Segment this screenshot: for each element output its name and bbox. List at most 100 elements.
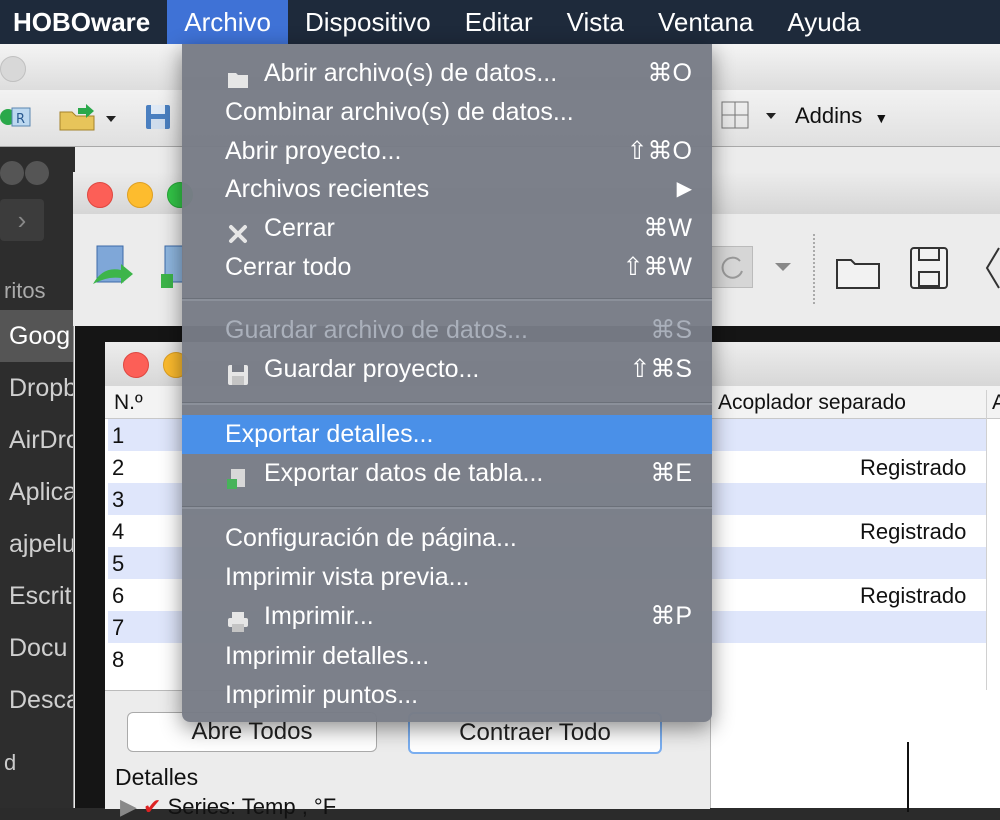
row-number: 1	[112, 423, 125, 448]
sidebar-item[interactable]: Desca	[0, 674, 75, 726]
menu-archivo[interactable]: Archivo	[167, 0, 288, 44]
row-number: 5	[112, 551, 125, 576]
details-side-pane	[710, 690, 1000, 812]
menu-item-export-details[interactable]: Exportar detalles...	[182, 415, 712, 454]
menu-item-label: Archivos recientes	[225, 175, 430, 203]
menu-item-label: Exportar detalles...	[225, 420, 434, 448]
menu-bar: HOBOware Archivo Dispositivo Editar Vist…	[0, 0, 1000, 44]
menu-item-export-table-data[interactable]: Exportar datos de tabla... ⌘E	[182, 454, 712, 493]
app-menu[interactable]: HOBOware	[0, 0, 167, 44]
menu-item-save-project[interactable]: Guardar proyecto... ⇧⌘S	[182, 350, 712, 389]
menu-separator	[182, 506, 712, 509]
menu-item-open-project[interactable]: Abrir proyecto... ⇧⌘O	[182, 132, 712, 171]
row-number: 6	[112, 583, 125, 608]
shortcut: ⌘W	[643, 214, 692, 242]
layout-grid-icon[interactable]	[720, 100, 786, 130]
forward-icon[interactable]: ›	[0, 199, 44, 241]
sidebar-item[interactable]: Dropb	[0, 362, 75, 414]
export-table-icon	[227, 463, 249, 489]
menu-item-open-data[interactable]: Abrir archivo(s) de datos... ⌘O	[182, 54, 712, 93]
menu-item-combine-data[interactable]: Combinar archivo(s) de datos...	[182, 93, 712, 132]
close-window-icon[interactable]	[123, 352, 149, 378]
shortcut: ⌘S	[650, 316, 692, 344]
menu-item-close[interactable]: Cerrar ⌘W	[182, 209, 712, 248]
menu-editar[interactable]: Editar	[448, 0, 550, 44]
menu-item-label: Imprimir detalles...	[225, 642, 430, 670]
menu-item-print-points[interactable]: Imprimir puntos...	[182, 676, 712, 715]
menu-item-print-details[interactable]: Imprimir detalles...	[182, 637, 712, 676]
menu-item-label: Exportar datos de tabla...	[264, 459, 544, 487]
window-control[interactable]	[25, 161, 49, 185]
save-icon	[227, 359, 249, 385]
close-icon	[227, 218, 249, 243]
refresh-icon[interactable]	[711, 246, 753, 288]
column-header-number[interactable]: N.º	[114, 391, 143, 415]
series-label: Series: Temp , °F	[167, 794, 337, 819]
row-number: 8	[112, 647, 125, 672]
shortcut: ⇧⌘S	[629, 355, 692, 383]
pane-divider	[907, 742, 909, 812]
window-control[interactable]	[0, 56, 26, 82]
addins-menu[interactable]: Addins ▼	[795, 103, 888, 129]
menu-ayuda[interactable]: Ayuda	[770, 0, 877, 44]
disclosure-triangle-icon[interactable]: ▶	[120, 794, 137, 819]
menu-item-label: Imprimir puntos...	[225, 681, 419, 709]
window-control[interactable]	[0, 161, 24, 185]
toolbar-divider	[813, 234, 816, 304]
menu-item-recent-files[interactable]: Archivos recientes ▶	[182, 170, 712, 209]
menu-item-label: Cerrar todo	[225, 253, 352, 281]
shortcut: ⌘O	[647, 59, 692, 87]
checkmark-icon[interactable]: ✔	[143, 794, 161, 819]
sidebar-item[interactable]: Goog	[0, 310, 75, 362]
add-logger-icon[interactable]: R	[0, 102, 32, 132]
save-icon[interactable]	[909, 246, 949, 290]
finder-sidebar: › ritos Goog Dropb AirDro Aplica ajpelu …	[0, 147, 75, 808]
menu-item-print[interactable]: Imprimir... ⌘P	[182, 597, 712, 636]
shortcut: ⇧⌘O	[626, 137, 692, 165]
coupler-status: Registrado	[860, 455, 967, 480]
submenu-arrow-icon: ▶	[676, 178, 692, 200]
sidebar-item[interactable]: Aplica	[0, 466, 75, 518]
folder-icon[interactable]	[835, 252, 881, 290]
menu-item-label: Guardar proyecto...	[264, 355, 480, 383]
menu-ventana[interactable]: Ventana	[641, 0, 770, 44]
menu-item-print-preview[interactable]: Imprimir vista previa...	[182, 558, 712, 597]
chevron-down-icon[interactable]	[773, 260, 795, 278]
sidebar-item[interactable]: ajpelu	[0, 518, 75, 570]
details-label: Detalles	[115, 764, 199, 790]
menu-vista[interactable]: Vista	[550, 0, 641, 44]
menu-item-label: Combinar archivo(s) de datos...	[225, 98, 574, 126]
sidebar-footer: d	[4, 750, 17, 775]
readout-icon[interactable]	[161, 244, 184, 294]
menu-separator	[182, 298, 712, 301]
series-tree-item[interactable]: ▶ ✔ Series: Temp , °F	[120, 794, 336, 820]
row-number: 7	[112, 615, 125, 640]
column-header-next[interactable]: A	[992, 391, 1000, 415]
open-folder-icon[interactable]	[58, 102, 120, 132]
menu-item-label: Imprimir...	[264, 602, 374, 630]
save-icon[interactable]	[144, 102, 172, 132]
sidebar-header: ritos	[4, 278, 46, 303]
menu-item-label: Guardar archivo de datos...	[225, 316, 528, 344]
menu-item-label: Configuración de página...	[225, 524, 517, 552]
column-header-coupler[interactable]: Acoplador separado	[718, 391, 906, 415]
sidebar-item[interactable]: AirDro	[0, 414, 75, 466]
coupler-status: Registrado	[860, 583, 967, 608]
shortcut: ⌘P	[650, 602, 692, 630]
sidebar-item[interactable]: Escrit	[0, 570, 75, 622]
minimize-window-icon[interactable]	[127, 182, 153, 208]
menu-item-label: Abrir archivo(s) de datos...	[264, 59, 558, 87]
launch-icon[interactable]	[91, 244, 135, 294]
tool-icon[interactable]	[981, 246, 1000, 290]
menu-item-page-setup[interactable]: Configuración de página...	[182, 519, 712, 558]
menu-dispositivo[interactable]: Dispositivo	[288, 0, 448, 44]
row-number: 4	[112, 519, 125, 544]
menu-separator	[182, 402, 712, 405]
sidebar-item[interactable]: Docu	[0, 622, 75, 674]
close-window-icon[interactable]	[87, 182, 113, 208]
svg-text:R: R	[16, 112, 25, 127]
row-number: 2	[112, 455, 125, 480]
coupler-status: Registrado	[860, 519, 967, 544]
menu-item-label: Imprimir vista previa...	[225, 563, 470, 591]
menu-item-close-all[interactable]: Cerrar todo ⇧⌘W	[182, 248, 712, 287]
